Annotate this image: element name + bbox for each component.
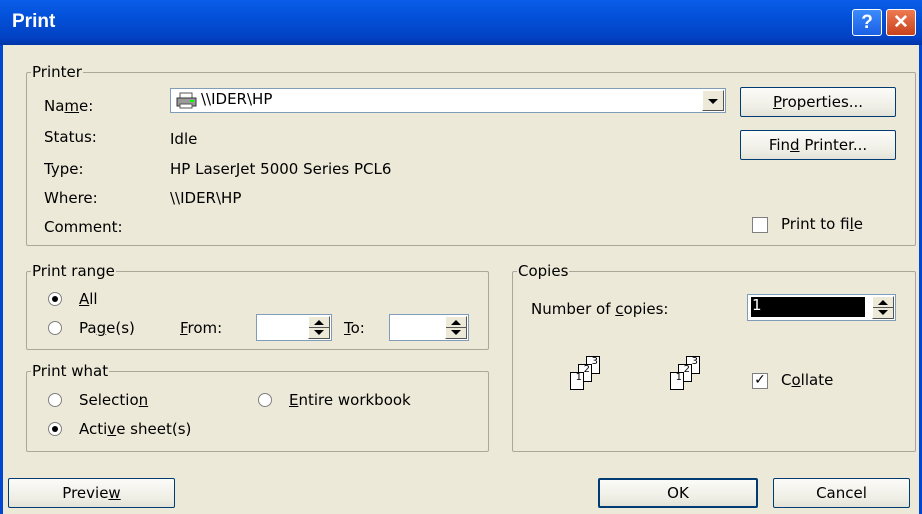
copies-value[interactable]: 1 — [752, 296, 762, 314]
chevron-down-icon — [708, 99, 718, 104]
preview-button[interactable]: Preview — [8, 478, 175, 508]
collate-checkbox[interactable]: ✓ — [752, 373, 768, 389]
title-bar[interactable] — [0, 0, 922, 45]
printer-legend: Printer — [32, 63, 82, 81]
page-icon-1: 1 — [670, 372, 684, 390]
spin-down-icon — [878, 310, 888, 315]
collate-label[interactable]: Collate — [781, 371, 833, 389]
window-title: Print — [12, 11, 56, 32]
spin-divider — [873, 307, 893, 308]
where-value: \\IDER\HP — [170, 189, 242, 207]
spin-divider — [309, 327, 329, 328]
entire-workbook-label[interactable]: Entire workbook — [289, 391, 411, 409]
type-label: Type: — [44, 160, 84, 178]
selection-label[interactable]: Selection — [79, 391, 148, 409]
number-of-copies-spinner[interactable]: 1 — [747, 294, 896, 321]
window-frame-left — [0, 45, 3, 514]
help-button[interactable]: ? — [852, 9, 882, 36]
printer-name-label: Name: — [44, 97, 94, 115]
active-sheets-label[interactable]: Active sheet(s) — [79, 420, 191, 438]
pages-radio[interactable] — [48, 321, 62, 335]
copies-legend: Copies — [518, 262, 569, 280]
collate-icon-group-1: 3 2 1 — [552, 356, 612, 402]
spin-down-icon — [314, 330, 324, 335]
ok-button[interactable]: OK — [598, 478, 758, 508]
find-printer-button[interactable]: Find Printer... — [740, 130, 896, 160]
from-spinner[interactable] — [256, 314, 332, 341]
copies-spin-buttons[interactable] — [872, 296, 894, 319]
printer-name-combobox[interactable]: \\IDER\HP — [170, 88, 726, 113]
selection-radio[interactable] — [48, 393, 62, 407]
comment-label: Comment: — [44, 218, 123, 236]
printer-name-value: \\IDER\HP — [201, 90, 273, 108]
number-of-copies-label: Number of copies: — [531, 300, 669, 318]
spin-divider — [446, 327, 466, 328]
status-value: Idle — [170, 130, 198, 148]
print-to-file-label[interactable]: Print to file — [781, 215, 863, 233]
print-to-file-checkbox[interactable] — [752, 217, 768, 233]
type-value: HP LaserJet 5000 Series PCL6 — [170, 160, 392, 178]
active-sheets-radio[interactable] — [48, 422, 62, 436]
cancel-button[interactable]: Cancel — [773, 478, 910, 508]
collate-icon-group-2: 3 2 1 — [652, 356, 712, 402]
printer-icon — [176, 92, 198, 109]
spin-up-icon — [451, 320, 461, 325]
printer-dropdown-button[interactable] — [702, 90, 724, 111]
from-label: From: — [180, 319, 223, 337]
spin-up-icon — [878, 300, 888, 305]
where-label: Where: — [44, 189, 98, 207]
to-spinner[interactable] — [389, 314, 469, 341]
from-spin-buttons[interactable] — [308, 316, 330, 339]
all-radio[interactable] — [48, 292, 62, 306]
print-what-legend: Print what — [32, 362, 109, 380]
status-label: Status: — [44, 128, 97, 146]
print-range-legend: Print range — [32, 262, 115, 280]
close-button[interactable]: ✕ — [886, 9, 916, 36]
pages-label[interactable]: Page(s) — [79, 319, 135, 337]
properties-button[interactable]: Properties... — [740, 87, 896, 117]
page-icon-1: 1 — [570, 372, 584, 390]
to-spin-buttons[interactable] — [445, 316, 467, 339]
copies-value-highlight — [751, 297, 865, 317]
all-label[interactable]: All — [79, 290, 98, 308]
to-label: To: — [344, 319, 365, 337]
spin-up-icon — [314, 320, 324, 325]
spin-down-icon — [451, 330, 461, 335]
entire-workbook-radio[interactable] — [258, 393, 272, 407]
